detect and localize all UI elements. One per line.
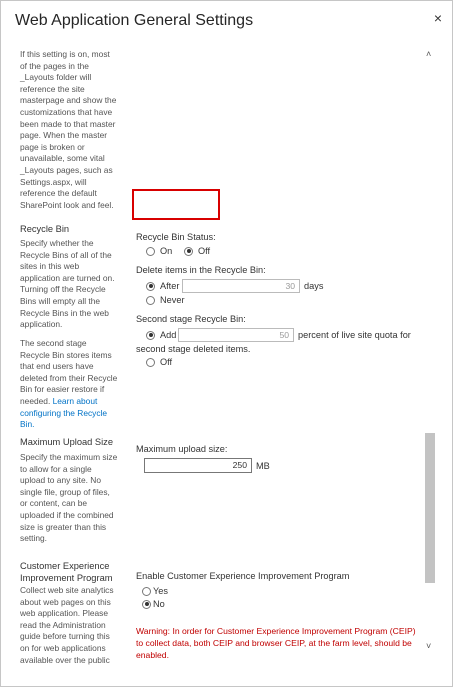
ceip-no-label: No — [153, 599, 165, 609]
ceip-description: Collect web site analytics about web pag… — [20, 585, 114, 665]
close-icon[interactable]: × — [434, 9, 442, 27]
recycle-off-radio[interactable] — [184, 246, 193, 256]
upload-size-input[interactable]: 250 — [144, 458, 252, 473]
scroll-down-icon[interactable]: ˅ — [426, 641, 431, 651]
settings-dialog: Web Application General Settings × If th… — [0, 0, 453, 687]
recycle-status-on-option[interactable]: On — [146, 246, 172, 256]
ceip-enable-label: Enable Customer Experience Improvement P… — [136, 571, 350, 581]
ceip-yes-label: Yes — [153, 586, 168, 596]
upload-size-description: Specify the maximum size to allow for a … — [20, 452, 118, 544]
recycle-bin-status-label: Recycle Bin Status: — [136, 232, 216, 242]
never-label: Never — [160, 295, 185, 305]
second-stage-description: The second stage Recycle Bin stores item… — [20, 338, 118, 431]
after-label: After — [160, 281, 180, 291]
second-stage-add-option[interactable]: Add 50 percent of live site quota for — [146, 328, 411, 342]
second-stage-off-option[interactable]: Off — [146, 357, 172, 367]
ceip-yes-option[interactable]: Yes — [142, 586, 168, 596]
ceip-no-option[interactable]: No — [142, 599, 165, 609]
days-label: days — [304, 281, 324, 291]
upload-size-label: Maximum upload size: — [136, 444, 228, 454]
delete-after-option[interactable]: After 30 days — [146, 279, 323, 293]
upload-size-title: Maximum Upload Size — [20, 437, 114, 447]
add-percent-input[interactable]: 50 — [178, 328, 294, 342]
recycle-bin-title: Recycle Bin — [20, 224, 70, 234]
second-stage-label: Second stage Recycle Bin: — [136, 314, 246, 324]
second-stage-off-label: Off — [160, 357, 173, 367]
scroll-up-icon[interactable]: ˄ — [426, 49, 431, 59]
dialog-title: Web Application General Settings — [15, 12, 254, 29]
ceip-no-radio[interactable] — [142, 599, 151, 609]
recycle-on-label: On — [160, 246, 173, 256]
upload-unit-label: MB — [256, 460, 270, 471]
delete-never-option[interactable]: Never — [146, 295, 185, 305]
after-days-input[interactable]: 30 — [182, 279, 300, 293]
recycle-bin-description: Specify whether the Recycle Bins of all … — [20, 238, 115, 330]
recycle-bin-status-highlight — [132, 189, 220, 220]
ceip-title: Customer Experience Improvement Program — [20, 561, 113, 583]
add-radio[interactable] — [146, 330, 155, 340]
percent-label: percent of live site quota for — [298, 330, 411, 340]
add-label: Add — [160, 330, 177, 340]
second-stage-deleted-label: second stage deleted items. — [136, 344, 251, 354]
after-radio[interactable] — [146, 281, 155, 291]
ceip-yes-radio[interactable] — [142, 586, 151, 596]
second-stage-off-radio[interactable] — [146, 357, 155, 367]
recycle-on-radio[interactable] — [146, 246, 155, 256]
never-radio[interactable] — [146, 295, 155, 305]
scrollbar-thumb[interactable] — [425, 433, 435, 583]
master-page-description: If this setting is on, most of the pages… — [20, 49, 117, 210]
recycle-status-off-option[interactable]: Off — [184, 246, 210, 256]
upload-size-row: 250 MB — [144, 458, 270, 473]
ceip-warning: Warning: In order for Customer Experienc… — [136, 626, 416, 660]
delete-items-label: Delete items in the Recycle Bin: — [136, 265, 266, 275]
recycle-off-label: Off — [198, 246, 211, 256]
